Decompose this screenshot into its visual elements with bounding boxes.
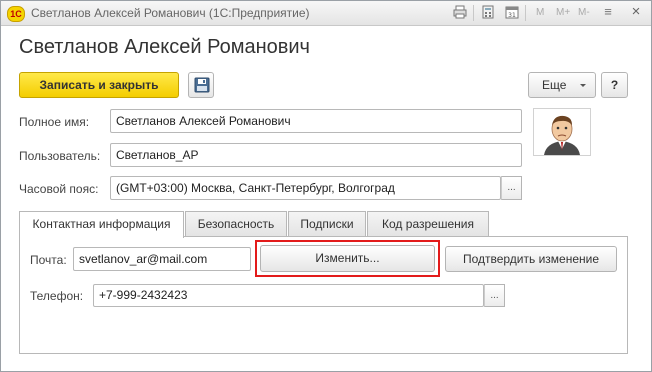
phone-choice-button[interactable]: ... xyxy=(484,284,505,307)
confirm-change-button[interactable]: Подтвердить изменение xyxy=(445,246,617,272)
memory-plus-button[interactable]: M+ xyxy=(556,6,570,20)
tab-permission-code[interactable]: Код разрешения xyxy=(367,211,489,237)
timezone-choice-button[interactable]: ... xyxy=(501,176,522,200)
phone-label: Телефон: xyxy=(30,289,84,303)
1c-logo-icon: 1С xyxy=(7,6,25,22)
app-window: 1С Светланов Алексей Романович (1С:Предп… xyxy=(0,0,652,372)
timezone-label: Часовой пояс: xyxy=(19,182,99,196)
svg-text:31: 31 xyxy=(508,12,516,19)
phone-field[interactable]: +7-999-2432423 xyxy=(93,284,484,307)
memory-m-button[interactable]: M xyxy=(536,6,544,20)
page-title: Светланов Алексей Романович xyxy=(19,36,310,58)
memory-minus-button[interactable]: M- xyxy=(578,6,590,20)
calculator-icon[interactable] xyxy=(481,5,495,19)
tab-security[interactable]: Безопасность xyxy=(185,211,287,237)
menu-icon[interactable]: ≡ xyxy=(601,5,615,19)
tab-subscriptions[interactable]: Подписки xyxy=(288,211,366,237)
help-button[interactable]: ? xyxy=(601,72,628,98)
highlight-box xyxy=(255,240,440,277)
full-name-field[interactable]: Светланов Алексей Романович xyxy=(110,109,522,133)
print-icon[interactable] xyxy=(453,5,467,19)
email-field[interactable]: svetlanov_ar@mail.com xyxy=(73,247,251,271)
more-label: Еще xyxy=(542,78,567,92)
chevron-down-icon xyxy=(579,79,587,94)
email-label: Почта: xyxy=(30,253,67,267)
close-icon[interactable]: × xyxy=(629,4,643,19)
user-avatar xyxy=(533,108,591,156)
save-button[interactable] xyxy=(188,72,214,98)
window-title: Светланов Алексей Романович (1С:Предприя… xyxy=(31,6,310,20)
user-label: Пользователь: xyxy=(19,149,101,163)
toolbar-separator xyxy=(525,5,526,21)
user-field[interactable]: Светланов_АР xyxy=(110,143,522,167)
save-and-close-button[interactable]: Записать и закрыть xyxy=(19,72,179,98)
toolbar-separator xyxy=(473,5,474,21)
timezone-field[interactable]: (GMT+03:00) Москва, Санкт-Петербург, Вол… xyxy=(110,176,501,200)
floppy-disk-icon xyxy=(194,77,210,96)
title-bar: 1С Светланов Алексей Романович (1С:Предп… xyxy=(1,1,651,26)
more-menu-button[interactable]: Еще xyxy=(528,72,596,98)
calendar-icon[interactable]: 31 xyxy=(505,5,519,19)
tab-contact-info[interactable]: Контактная информация xyxy=(19,211,184,238)
full-name-label: Полное имя: xyxy=(19,115,90,129)
